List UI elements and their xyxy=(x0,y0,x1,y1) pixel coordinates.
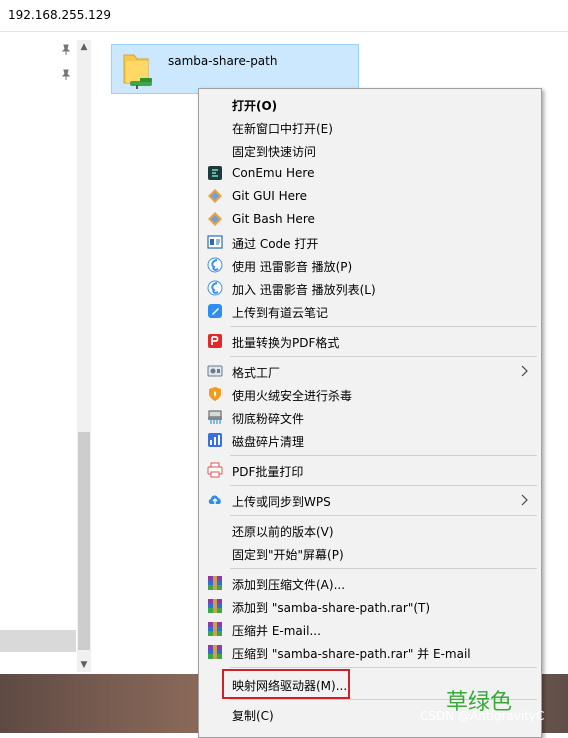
menu-item-git-gui[interactable]: Git GUI Here xyxy=(201,185,539,207)
winrar-icon xyxy=(208,645,222,659)
menu-separator xyxy=(230,485,537,486)
xunlei-playlist-icon xyxy=(207,280,223,296)
menu-item-label: 固定到快速访问 xyxy=(232,145,317,159)
nav-selected-item[interactable] xyxy=(0,630,76,652)
menu-item-shred-file[interactable]: 彻底粉碎文件 xyxy=(201,406,539,428)
winrar-icon xyxy=(208,576,222,590)
pin-icon[interactable] xyxy=(60,44,72,56)
scroll-up-icon[interactable]: ▲ xyxy=(77,40,91,54)
menu-item-open-new-window[interactable]: 在新窗口中打开(E) xyxy=(201,116,539,138)
menu-item-open[interactable]: 打开(O) xyxy=(201,93,539,115)
menu-item-compress-rar-email[interactable]: 压缩到 "samba-share-path.rar" 并 E-mail xyxy=(201,641,539,663)
menu-item-add-to-rar[interactable]: 添加到 "samba-share-path.rar"(T) xyxy=(201,595,539,617)
xunlei-player-icon xyxy=(207,257,223,273)
menu-item-label: 加入 迅雷影音 播放列表(L) xyxy=(232,283,376,297)
menu-item-huorong-scan[interactable]: 使用火绒安全进行杀毒 xyxy=(201,383,539,405)
menu-item-xunlei-playlist[interactable]: 加入 迅雷影音 播放列表(L) xyxy=(201,277,539,299)
menu-item-git-bash[interactable]: Git Bash Here xyxy=(201,208,539,230)
menu-item-label: 添加到 "samba-share-path.rar"(T) xyxy=(232,601,431,615)
printer-icon xyxy=(207,462,223,478)
network-folder-icon xyxy=(123,54,152,89)
menu-separator xyxy=(230,326,537,327)
menu-item-label: 磁盘碎片清理 xyxy=(232,435,305,449)
huorong-shield-icon xyxy=(209,387,221,401)
vertical-scrollbar[interactable]: ▲ ▼ xyxy=(77,40,91,672)
menu-item-label: 压缩并 E-mail... xyxy=(232,624,321,638)
watermark-csdn-text: CSDN @AntigravityC xyxy=(420,709,545,723)
navigation-pane xyxy=(0,32,78,674)
menu-item-conemu[interactable]: ConEmu Here xyxy=(201,162,539,184)
menu-item-batch-pdf[interactable]: 批量转换为PDF格式 xyxy=(201,330,539,352)
menu-item-label: ConEmu Here xyxy=(232,166,315,180)
pin-icon[interactable] xyxy=(60,69,72,81)
address-bar[interactable]: 192.168.255.129 xyxy=(0,0,568,32)
youdao-note-icon xyxy=(208,304,222,318)
menu-item-wps-sync[interactable]: 上传或同步到WPS xyxy=(201,489,539,511)
menu-item-label: 通过 Code 打开 xyxy=(232,237,319,251)
menu-item-disk-defrag[interactable]: 磁盘碎片清理 xyxy=(201,429,539,451)
menu-item-label: 上传或同步到WPS xyxy=(232,495,331,509)
menu-separator xyxy=(230,667,537,668)
menu-item-label: 批量转换为PDF格式 xyxy=(232,336,340,350)
menu-item-label: 使用 迅雷影音 播放(P) xyxy=(232,260,353,274)
scroll-thumb[interactable] xyxy=(78,432,90,650)
menu-item-label: 固定到"开始"屏幕(P) xyxy=(232,548,344,562)
menu-item-label: 复制(C) xyxy=(232,709,274,723)
pdf-convert-icon xyxy=(208,334,222,348)
menu-item-pin-quick-access[interactable]: 固定到快速访问 xyxy=(201,139,539,161)
menu-item-label: 在新窗口中打开(E) xyxy=(232,122,333,136)
menu-separator xyxy=(230,455,537,456)
git-bash-icon xyxy=(208,212,222,226)
folder-item[interactable]: samba-share-path xyxy=(111,44,359,94)
menu-item-restore-versions[interactable]: 还原以前的版本(V) xyxy=(201,519,539,541)
shredder-icon xyxy=(208,410,222,424)
menu-item-add-archive[interactable]: 添加到压缩文件(A)... xyxy=(201,572,539,594)
chevron-right-icon xyxy=(521,365,528,377)
vscode-icon xyxy=(207,235,223,249)
scroll-down-icon[interactable]: ▼ xyxy=(77,658,91,672)
menu-item-label: 打开(O) xyxy=(232,99,278,113)
menu-item-label: Git GUI Here xyxy=(232,189,308,203)
menu-separator xyxy=(230,515,537,516)
menu-separator xyxy=(230,568,537,569)
winrar-icon xyxy=(208,622,222,636)
disk-defrag-icon xyxy=(208,433,222,447)
menu-item-label: PDF批量打印 xyxy=(232,465,304,479)
menu-item-pin-start[interactable]: 固定到"开始"屏幕(P) xyxy=(201,542,539,564)
conemu-icon xyxy=(208,166,222,180)
menu-item-label: Git Bash Here xyxy=(232,212,315,226)
menu-item-xunlei-play[interactable]: 使用 迅雷影音 播放(P) xyxy=(201,254,539,276)
menu-separator xyxy=(230,356,537,357)
menu-item-label: 格式工厂 xyxy=(232,366,281,380)
menu-item-compress-email[interactable]: 压缩并 E-mail... xyxy=(201,618,539,640)
context-menu: 打开(O) 在新窗口中打开(E) 固定到快速访问 ConEmu Here Git… xyxy=(198,88,542,738)
address-text[interactable]: 192.168.255.129 xyxy=(8,8,111,22)
menu-item-youdao-note[interactable]: 上传到有道云笔记 xyxy=(201,300,539,322)
menu-item-label: 压缩到 "samba-share-path.rar" 并 E-mail xyxy=(232,647,471,661)
menu-item-open-with-code[interactable]: 通过 Code 打开 xyxy=(201,231,539,253)
menu-item-label: 还原以前的版本(V) xyxy=(232,525,334,539)
menu-item-label: 上传到有道云笔记 xyxy=(232,306,329,320)
format-factory-icon xyxy=(207,365,223,377)
git-gui-icon xyxy=(208,189,222,203)
menu-item-label: 彻底粉碎文件 xyxy=(232,412,305,426)
cloud-upload-icon xyxy=(208,495,221,505)
menu-item-label: 添加到压缩文件(A)... xyxy=(232,578,346,592)
menu-item-format-factory[interactable]: 格式工厂 xyxy=(201,360,539,382)
winrar-icon xyxy=(208,599,222,613)
annotation-highlight-box xyxy=(222,669,350,699)
menu-item-pdf-batch-print[interactable]: PDF批量打印 xyxy=(201,459,539,481)
menu-item-label: 使用火绒安全进行杀毒 xyxy=(232,389,353,403)
chevron-right-icon xyxy=(521,494,528,506)
folder-label: samba-share-path xyxy=(168,54,278,68)
